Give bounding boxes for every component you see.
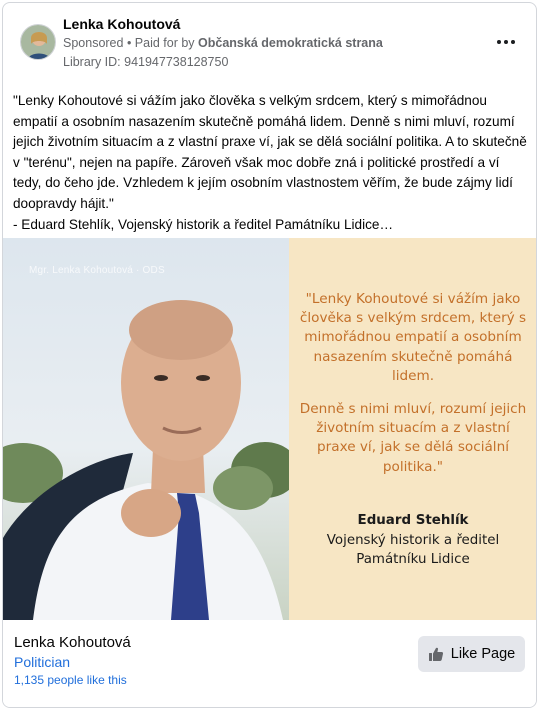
- quote-paragraph: "Lenky Kohoutové si vážím jako člověka s…: [299, 291, 527, 384]
- more-horizontal-icon: [497, 40, 501, 44]
- ad-body-text: "Lenky Kohoutové si vážím jako člověka s…: [13, 93, 527, 232]
- quote-panel: "Lenky Kohoutové si vážím jako člověka s…: [289, 238, 536, 620]
- like-page-label: Like Page: [450, 646, 516, 662]
- sponsored-label: Sponsored: [63, 36, 124, 50]
- page-avatar[interactable]: [20, 24, 56, 60]
- more-options-button[interactable]: [492, 31, 520, 53]
- ad-creative-image[interactable]: Mgr. Lenka Kohoutová · ODS "Lenky Kohout…: [3, 238, 536, 620]
- ad-footer: Lenka Kohoutová Politician 1,135 people …: [3, 620, 536, 707]
- candidate-photo: Mgr. Lenka Kohoutová · ODS: [3, 238, 289, 620]
- quote-paragraph: Denně s nimi mluví, rozumí jejich životn…: [299, 401, 527, 475]
- paid-for-by-name: Občanská demokratická strana: [198, 36, 383, 50]
- more-horizontal-icon: [511, 40, 515, 44]
- library-id: Library ID: 941947738128750: [63, 55, 229, 69]
- page-likes-count[interactable]: 1,135 people like this: [14, 673, 127, 687]
- sponsored-line: Sponsored • Paid for by Občanská demokra…: [63, 36, 383, 50]
- ad-header: Lenka Kohoutová Sponsored • Paid for by …: [3, 3, 536, 83]
- quote-author-title: Vojenský historik a ředitel Památníku Li…: [326, 533, 500, 567]
- page-category-link[interactable]: Politician: [14, 654, 70, 670]
- more-horizontal-icon: [504, 40, 508, 44]
- avatar-image: [21, 25, 55, 59]
- quote-text: "Lenky Kohoutové si vážím jako člověka s…: [295, 290, 531, 491]
- page-name-link[interactable]: Lenka Kohoutová: [63, 16, 180, 32]
- portrait-illustration: [3, 238, 289, 620]
- photo-caption: Mgr. Lenka Kohoutová · ODS: [29, 265, 165, 276]
- paid-for-prefix: • Paid for by: [123, 36, 199, 50]
- like-page-button[interactable]: Like Page: [418, 636, 525, 672]
- footer-page-name[interactable]: Lenka Kohoutová: [14, 634, 131, 651]
- quote-author-name: Eduard Stehlík: [357, 513, 469, 528]
- ad-card: Lenka Kohoutová Sponsored • Paid for by …: [2, 2, 537, 708]
- thumbs-up-icon: [428, 647, 443, 661]
